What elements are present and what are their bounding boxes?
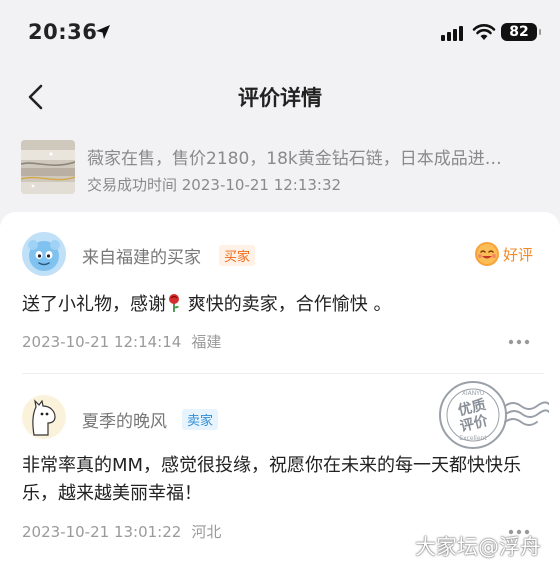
- review-content: 非常率真的MM，感觉很投缘，祝愿你在未来的每一天都快快乐乐，越来越美丽幸福！: [22, 455, 522, 504]
- review-location: 河北: [191, 523, 222, 541]
- necklace-image-icon: [21, 140, 75, 194]
- reviewer-name: 夏季的晚风: [82, 412, 167, 432]
- trade-time: 交易成功时间 2023-10-21 12:13:32: [87, 176, 342, 194]
- location-arrow-icon: [96, 25, 110, 39]
- page-title: 评价详情: [238, 86, 322, 110]
- good-rating-badge: 好评: [474, 241, 533, 267]
- review-text-part: 送了小礼物，感谢: [22, 294, 166, 315]
- rating-label: 好评: [503, 245, 534, 264]
- more-options-icon[interactable]: [508, 339, 530, 345]
- review-location: 福建: [191, 333, 222, 351]
- product-title: 薇家在售，售价2180，18k黄金钻石链，日本成品进…: [87, 149, 502, 169]
- wifi-icon: [472, 24, 496, 40]
- reviewer-name: 来自福建的买家: [82, 248, 201, 268]
- product-thumbnail[interactable]: [21, 140, 75, 194]
- product-summary[interactable]: 薇家在售，售价2180，18k黄金钻石链，日本成品进… 交易成功时间 2023-…: [0, 130, 560, 210]
- status-time: 20:36: [28, 20, 98, 44]
- review-meta: 2023-10-21 12:14:14 福建: [22, 331, 231, 352]
- review-time: 2023-10-21 12:14:14: [22, 333, 182, 351]
- stamp-small-top: XIANYU: [462, 390, 485, 397]
- watermark: 大家坛@浮舟: [415, 535, 541, 559]
- review-content: 送了小礼物，感谢 爽快的卖家，合作愉快 。: [22, 291, 542, 319]
- review-meta: 2023-10-21 13:01:22 河北: [22, 521, 231, 542]
- battery-indicator: 82: [501, 23, 541, 41]
- review-text-part: 爽快的卖家，合作愉快 。: [182, 294, 392, 315]
- rose-icon: [169, 294, 179, 312]
- avatar[interactable]: [22, 395, 66, 439]
- divider: [22, 373, 544, 374]
- avatar[interactable]: [22, 232, 66, 276]
- seller-badge: 卖家: [182, 409, 219, 430]
- review-time: 2023-10-21 13:01:22: [22, 523, 182, 541]
- status-bar: 20:36 82: [0, 0, 560, 66]
- buyer-badge: 买家: [219, 245, 256, 266]
- quality-review-stamp-icon: XIANYU 优质 评价 Excellent: [439, 381, 549, 449]
- smiley-face-icon: [475, 242, 499, 266]
- fluffy-monster-avatar-icon: [22, 232, 66, 276]
- stamp-small-bottom: Excellent: [459, 435, 487, 442]
- signal-icon: [441, 26, 463, 41]
- moomin-avatar-icon: [22, 395, 66, 439]
- nav-bar: 评价详情: [0, 66, 560, 126]
